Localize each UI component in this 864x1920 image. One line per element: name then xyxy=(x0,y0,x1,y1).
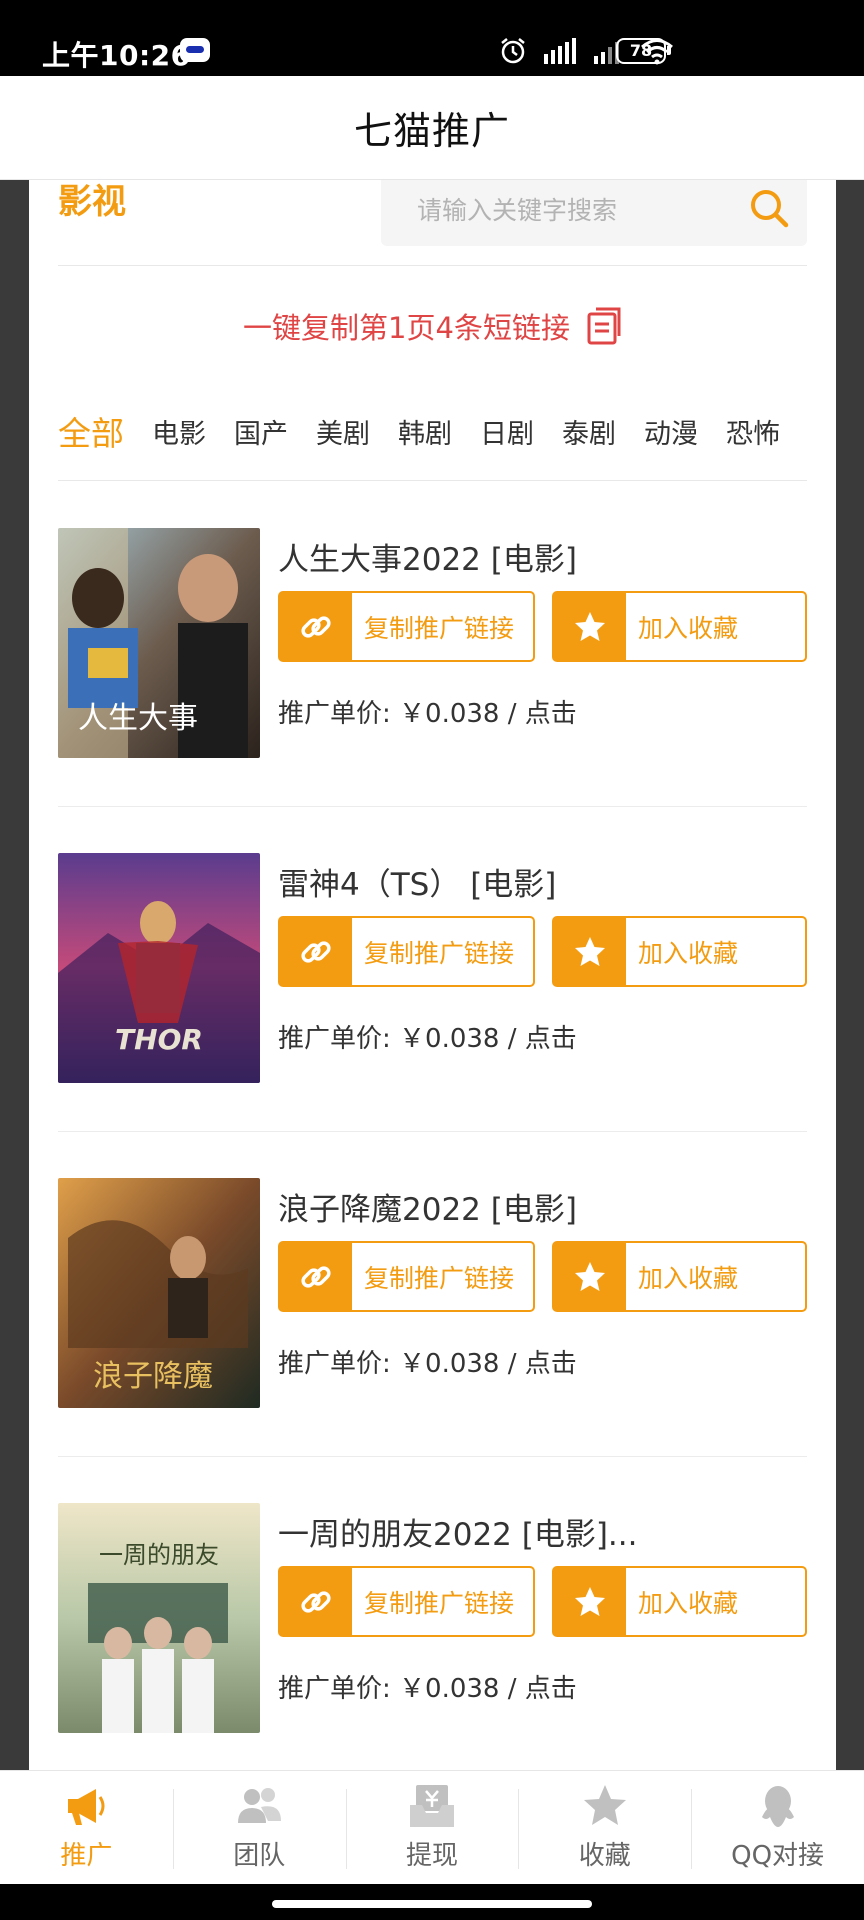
add-favorite-button[interactable]: 加入收藏 xyxy=(552,591,807,662)
tab-anime[interactable]: 动漫 xyxy=(644,412,698,451)
bottom-nav: 推广 团队 提现 收藏 QQ对接 xyxy=(0,1770,864,1884)
add-favorite-label: 加入收藏 xyxy=(638,1588,739,1618)
movie-poster[interactable]: 一周的朋友 xyxy=(58,1503,260,1733)
copy-link-button[interactable]: 复制推广链接 xyxy=(278,591,535,662)
list-item: 人生大事 人生大事2022 [电影] 复制推广链接 加入收藏 推广单价: ￥0.… xyxy=(58,481,807,807)
star-icon-wrap xyxy=(554,593,626,660)
link-icon xyxy=(301,940,331,963)
star-icon xyxy=(575,1586,605,1616)
link-icon xyxy=(301,1590,331,1613)
tab-thai-drama[interactable]: 泰剧 xyxy=(562,412,616,451)
tab-horror[interactable]: 恐怖 xyxy=(726,412,780,451)
link-icon-wrap xyxy=(280,1568,352,1635)
nav-item-qq[interactable]: QQ对接 xyxy=(691,1771,864,1884)
home-gesture-bar[interactable] xyxy=(272,1900,592,1908)
list-item: 浪子降魔 浪子降魔2022 [电影] 复制推广链接 加入收藏 推广单价: ￥0.… xyxy=(58,1131,807,1457)
item-price: 推广单价: ￥0.038 / 点击 xyxy=(278,1674,577,1704)
tab-all[interactable]: 全部 xyxy=(58,407,124,455)
team-icon xyxy=(238,1788,282,1823)
nav-item-favorites[interactable]: 收藏 xyxy=(518,1771,691,1884)
status-time: 上午10:26 xyxy=(42,39,191,72)
link-icon-wrap xyxy=(280,593,352,660)
search-box[interactable] xyxy=(381,180,807,246)
poster-text: THOR xyxy=(115,1023,203,1056)
poster-text: 人生大事 xyxy=(78,701,198,736)
star-icon xyxy=(575,611,605,641)
copy-all-links-button[interactable]: 一键复制第1页4条短链接 xyxy=(29,296,836,356)
poster-text: 浪子降魔 xyxy=(93,1359,213,1394)
link-icon xyxy=(301,615,331,638)
add-favorite-label: 加入收藏 xyxy=(638,938,739,968)
section-brand-label: 影视 xyxy=(58,182,126,222)
nav-label: QQ对接 xyxy=(731,1841,825,1871)
star-icon xyxy=(575,936,605,966)
divider xyxy=(58,265,807,266)
page-title: 七猫推广 xyxy=(353,109,510,153)
tab-domestic[interactable]: 国产 xyxy=(234,412,288,451)
movie-poster[interactable]: 浪子降魔 xyxy=(58,1178,260,1408)
add-favorite-button[interactable]: 加入收藏 xyxy=(552,1241,807,1312)
signal-hd-icon xyxy=(544,38,576,64)
withdraw-icon xyxy=(409,1785,454,1827)
add-favorite-button[interactable]: 加入收藏 xyxy=(552,1566,807,1637)
copy-link-label: 复制推广链接 xyxy=(364,1588,515,1618)
star-icon-wrap xyxy=(554,1568,626,1635)
item-price: 推广单价: ￥0.038 / 点击 xyxy=(278,699,577,729)
copy-link-label: 复制推广链接 xyxy=(364,1263,515,1293)
movie-poster[interactable]: THOR xyxy=(58,853,260,1083)
item-title[interactable]: 一周的朋友2022 [电影]... xyxy=(278,1509,638,1554)
star-icon xyxy=(575,1261,605,1291)
tab-us-drama[interactable]: 美剧 xyxy=(316,412,370,451)
tab-korean-drama[interactable]: 韩剧 xyxy=(398,412,452,451)
link-icon-wrap xyxy=(280,1243,352,1310)
category-tabs: 全部 电影 国产 美剧 韩剧 日剧 泰剧 动漫 恐怖 xyxy=(58,398,836,464)
battery-indicator: 78 xyxy=(616,38,671,64)
notification-app-icon xyxy=(180,38,210,62)
movie-poster[interactable]: 人生大事 xyxy=(58,528,260,758)
copy-link-label: 复制推广链接 xyxy=(364,938,515,968)
item-price: 推广单价: ￥0.038 / 点击 xyxy=(278,1349,577,1379)
link-icon xyxy=(301,1265,331,1288)
list-item: THOR 雷神4（TS） [电影] 复制推广链接 加入收藏 推广单价: ￥0.0… xyxy=(58,806,807,1132)
tab-movie[interactable]: 电影 xyxy=(152,412,206,451)
item-price: 推广单价: ￥0.038 / 点击 xyxy=(278,1024,577,1054)
copy-all-links-label: 一键复制第1页4条短链接 xyxy=(243,311,570,345)
nav-label: 团队 xyxy=(233,1841,286,1871)
star-icon xyxy=(583,1785,626,1825)
star-icon-wrap xyxy=(554,918,626,985)
nav-item-withdraw[interactable]: 提现 xyxy=(345,1771,519,1884)
item-title[interactable]: 雷神4（TS） [电影] xyxy=(278,859,556,904)
copy-icon xyxy=(587,307,621,345)
search-input[interactable] xyxy=(381,180,741,246)
copy-link-button[interactable]: 复制推广链接 xyxy=(278,1241,535,1312)
qq-icon xyxy=(761,1786,794,1827)
main-content: 影视 一键复制第1页4条短链接 全部 电影 国产 美剧 韩剧 日剧 泰剧 动漫 … xyxy=(29,180,836,1770)
add-favorite-label: 加入收藏 xyxy=(638,613,739,643)
alarm-icon xyxy=(501,38,525,64)
link-icon-wrap xyxy=(280,918,352,985)
add-favorite-label: 加入收藏 xyxy=(638,1263,739,1293)
search-icon[interactable] xyxy=(747,186,791,230)
page-header: 七猫推广 xyxy=(0,76,864,180)
add-favorite-button[interactable]: 加入收藏 xyxy=(552,916,807,987)
megaphone-icon xyxy=(68,1789,105,1825)
nav-item-promote[interactable]: 推广 xyxy=(0,1771,173,1884)
tab-japanese-drama[interactable]: 日剧 xyxy=(480,412,534,451)
poster-text: 一周的朋友 xyxy=(99,1541,219,1569)
nav-label: 收藏 xyxy=(578,1841,631,1871)
copy-link-button[interactable]: 复制推广链接 xyxy=(278,1566,535,1637)
nav-label: 推广 xyxy=(60,1841,113,1871)
copy-link-button[interactable]: 复制推广链接 xyxy=(278,916,535,987)
item-title[interactable]: 人生大事2022 [电影] xyxy=(278,534,577,579)
search-row: 影视 xyxy=(29,180,836,264)
star-icon-wrap xyxy=(554,1243,626,1310)
list-item: 一周的朋友 一周的朋友2022 [电影]... 复制推广链接 加入收藏 推广单价… xyxy=(58,1456,807,1770)
copy-link-label: 复制推广链接 xyxy=(364,613,515,643)
nav-item-team[interactable]: 团队 xyxy=(172,1771,346,1884)
nav-label: 提现 xyxy=(405,1841,458,1871)
gesture-area xyxy=(0,1884,864,1920)
status-bar: 上午10:26 78 xyxy=(0,0,864,76)
item-title[interactable]: 浪子降魔2022 [电影] xyxy=(278,1184,577,1229)
